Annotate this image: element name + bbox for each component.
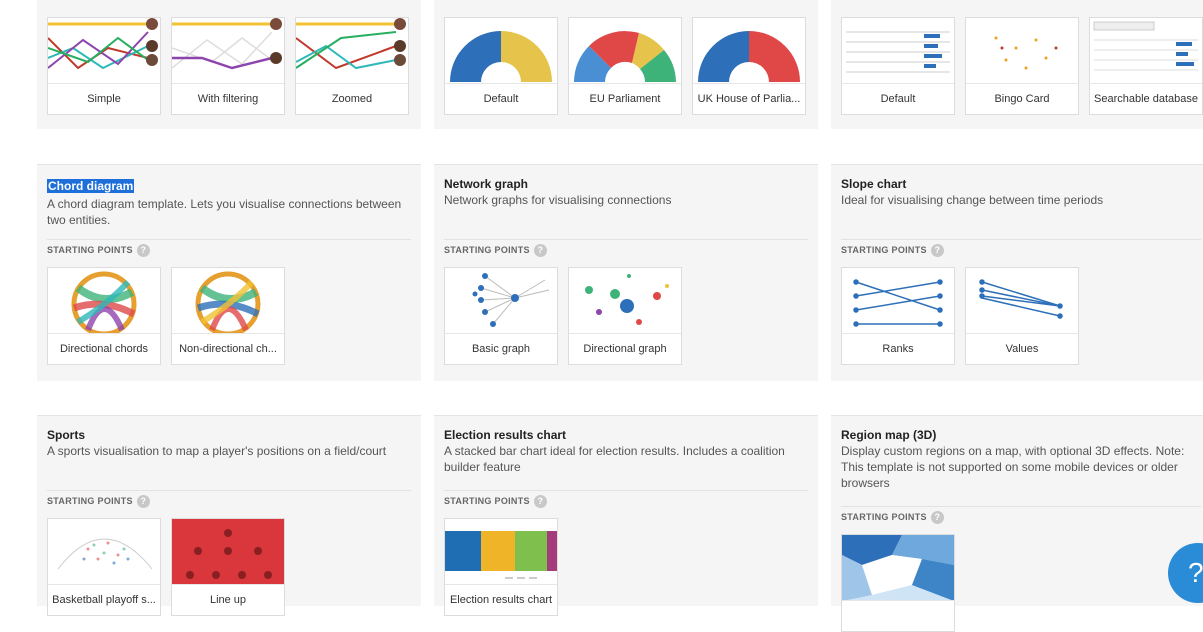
starting-points-header: STARTING POINTS ? [47,239,411,260]
thumb-label: EU Parliament [569,83,681,114]
thumb-eu-parliament[interactable]: EU Parliament [568,17,682,115]
thumb-label: Basketball playoff s... [48,584,160,615]
card-election-results[interactable]: Election results chart A stacked bar cha… [434,415,818,616]
card-title: Slope chart [841,177,907,191]
thumb-label: Bingo Card [966,83,1078,114]
thumb-uk-house[interactable]: UK House of Parlia... [692,17,806,115]
thumb-label: Line up [172,584,284,615]
card-description: Network graphs for visualising connectio… [444,193,672,207]
thumb-ranks[interactable]: Ranks [841,267,955,365]
thumb-image [172,519,284,585]
card-title: Chord diagram [47,179,135,193]
thumb-label: Simple [48,83,160,114]
thumb-image [842,268,954,334]
card-line-chart-partial: Simple With filtering Zoomed [37,0,421,129]
card-title: Network graph [444,177,529,191]
thumb-label: Basic graph [445,333,557,364]
thumb-image [48,268,160,334]
help-icon[interactable]: ? [533,494,547,508]
thumb-directional-chords[interactable]: Directional chords [47,267,161,365]
card-slope-chart[interactable]: Slope chart Ideal for visualising change… [831,164,1203,381]
thumb-searchable-database[interactable]: Searchable database [1089,17,1203,115]
question-icon: ? [1188,557,1203,588]
thumb-image [172,268,284,334]
card-parliament-partial: Default EU Parliament UK House of Parlia… [434,0,818,129]
thumb-simple[interactable]: Simple [47,17,161,115]
card-chord-diagram[interactable]: Chord diagram A chord diagram template. … [37,164,421,381]
thumb-image [569,18,681,84]
help-icon[interactable]: ? [533,243,547,257]
card-table-partial: Default Bingo Card Searchable database [831,0,1203,129]
thumb-values[interactable]: Values [965,267,1079,365]
help-icon[interactable]: ? [930,243,944,257]
thumb-image [1090,18,1202,84]
thumb-label: Zoomed [296,83,408,114]
card-title: Region map (3D) [841,428,937,442]
thumb-label: Default [842,83,954,114]
help-icon[interactable]: ? [136,243,150,257]
thumb-image [966,18,1078,84]
thumb-region-map[interactable] [841,534,955,632]
thumb-basketball-playoffs[interactable]: Basketball playoff s... [47,518,161,616]
card-region-map[interactable]: Region map (3D) Display custom regions o… [831,415,1203,632]
thumb-image [842,535,954,601]
thumb-with-filtering[interactable]: With filtering [171,17,285,115]
thumb-image [693,18,805,84]
thumb-label [842,600,954,631]
card-network-graph[interactable]: Network graph Network graphs for visuali… [434,164,818,381]
starting-points-header: STARTING POINTS ? [841,239,1201,260]
starting-points-header: STARTING POINTS ? [444,239,808,260]
thumb-label: Directional chords [48,333,160,364]
card-title: Election results chart [444,428,567,442]
thumb-label: Non-directional ch... [172,333,284,364]
help-icon[interactable]: ? [136,494,150,508]
thumb-directional-graph[interactable]: Directional graph [568,267,682,365]
thumb-basic-graph[interactable]: Basic graph [444,267,558,365]
thumb-non-directional-chords[interactable]: Non-directional ch... [171,267,285,365]
card-description: A chord diagram template. Lets you visua… [47,197,402,227]
thumb-image [569,268,681,334]
starting-points-header: STARTING POINTS ? [444,490,808,511]
thumb-image [445,519,557,585]
thumb-zoomed[interactable]: Zoomed [295,17,409,115]
thumb-image [48,519,160,585]
thumb-image [966,268,1078,334]
help-icon[interactable]: ? [930,510,944,524]
thumb-bingo-card[interactable]: Bingo Card [965,17,1079,115]
thumb-label: Searchable database [1090,83,1202,114]
thumb-image [445,18,557,84]
thumb-image [48,18,160,84]
thumb-election-results-chart[interactable]: Election results chart [444,518,558,616]
thumb-label: Default [445,83,557,114]
card-description: Ideal for visualising change between tim… [841,193,1104,207]
card-description: A stacked bar chart ideal for election r… [444,444,785,474]
starting-points-header: STARTING POINTS ? [47,490,411,511]
thumb-label: UK House of Parlia... [693,83,805,114]
thumb-label: With filtering [172,83,284,114]
card-description: Display custom regions on a map, with op… [841,444,1185,490]
thumb-label: Ranks [842,333,954,364]
thumb-default-parliament[interactable]: Default [444,17,558,115]
thumb-line-up[interactable]: Line up [171,518,285,616]
thumb-label: Election results chart [445,584,557,615]
thumb-image [445,268,557,334]
card-title: Sports [47,428,86,442]
thumb-image [842,18,954,84]
thumb-image [296,18,408,84]
card-description: A sports visualisation to map a player's… [47,444,387,458]
card-sports[interactable]: Sports A sports visualisation to map a p… [37,415,421,616]
thumb-label: Directional graph [569,333,681,364]
thumb-default-table[interactable]: Default [841,17,955,115]
thumb-label: Values [966,333,1078,364]
thumb-image [172,18,284,84]
starting-points-header: STARTING POINTS ? [841,506,1201,527]
